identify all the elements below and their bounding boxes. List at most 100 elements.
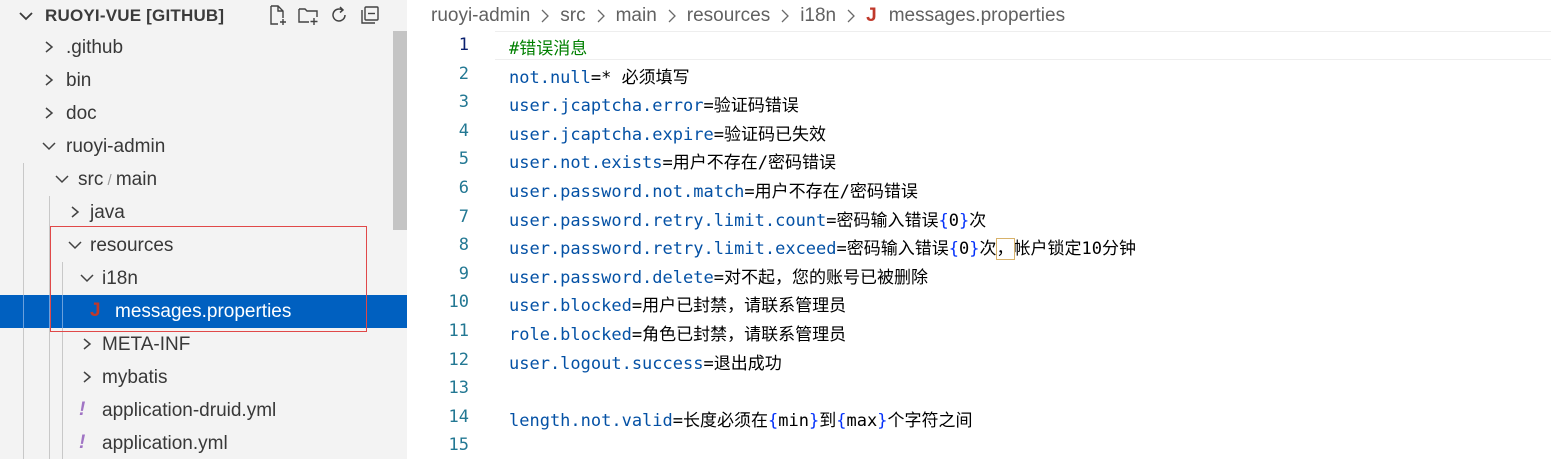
code-line[interactable]: 3 user.jcaptcha.error=验证码错误 [407, 88, 1551, 117]
indent-guide [49, 295, 50, 328]
indent-guide [62, 427, 63, 459]
code-line[interactable]: 15 [407, 431, 1551, 460]
tree-folder[interactable]: doc [0, 97, 407, 130]
current-line-highlight [495, 31, 1551, 60]
line-number: 10 [448, 292, 469, 313]
code-line[interactable]: 8 user.password.retry.limit.exceed=密码输入错误… [407, 231, 1551, 261]
chevron-right-icon [781, 9, 790, 23]
tree-item-segment: doc [66, 103, 97, 124]
tree-item-label: java [90, 202, 125, 224]
breadcrumb-item[interactable]: src [560, 5, 585, 27]
chevron-right-icon[interactable] [42, 73, 56, 87]
code-line[interactable]: 11 role.blocked=角色已封禁，请联系管理员 [407, 317, 1551, 346]
chevron-down-icon[interactable] [18, 8, 34, 24]
line-number: 6 [458, 178, 469, 198]
line-number: 4 [458, 120, 469, 141]
chevron-down-icon[interactable] [68, 238, 82, 252]
tree-file[interactable]: ! application.yml [0, 427, 407, 459]
code-line[interactable]: 1 #错误消息 [407, 31, 1551, 60]
tree-item-label: i18n [102, 268, 138, 290]
code-line[interactable]: 12 user.logout.success=退出成功 [407, 346, 1551, 375]
line-content: user.jcaptcha.error=验证码错误 [509, 91, 799, 116]
breadcrumb-file[interactable]: messages.properties [889, 5, 1065, 27]
tree-file[interactable]: Jmessages.properties [0, 295, 407, 328]
breadcrumb-item[interactable]: ruoyi-admin [431, 5, 530, 27]
new-file-icon[interactable] [266, 4, 288, 26]
chevron-right-icon[interactable] [80, 370, 94, 384]
breadcrumb-item[interactable]: i18n [800, 5, 836, 27]
equals-sign: = [703, 96, 714, 117]
tree-folder[interactable]: mybatis [0, 361, 407, 394]
line-content: user.password.delete=对不起，您的账号已被删除 [509, 263, 928, 288]
line-number: 3 [458, 92, 469, 113]
tree-folder[interactable]: src / main [0, 163, 407, 196]
tree-folder[interactable]: bin [0, 64, 407, 97]
code-line[interactable]: 4 user.jcaptcha.expire=验证码已失效 [407, 117, 1551, 146]
line-number: 11 [448, 321, 469, 341]
sidebar-scrollbar[interactable] [393, 31, 407, 230]
code-line[interactable]: 6 user.password.not.match=用户不存在/密码错误 [407, 174, 1551, 203]
tree-item-label: mybatis [102, 367, 167, 389]
code-line[interactable]: 9 user.password.delete=对不起，您的账号已被删除 [407, 260, 1551, 289]
chevron-right-icon[interactable] [42, 106, 56, 120]
tree-file[interactable]: ! application-druid.yml [0, 394, 407, 427]
code-line[interactable]: 14 length.not.valid=长度必须在{min}到{max}个字符之间 [407, 403, 1551, 432]
property-value: 退出成功 [713, 353, 782, 374]
indent-guide [62, 262, 63, 295]
indent-guide [49, 361, 50, 394]
code-line[interactable]: 7 user.password.retry.limit.count=密码输入错误{… [407, 203, 1551, 232]
line-number: 14 [448, 406, 469, 427]
code-line[interactable]: 2 not.null=* 必须填写 [407, 60, 1551, 89]
collapse-all-icon[interactable] [359, 4, 381, 26]
chevron-down-icon[interactable] [80, 271, 94, 285]
refresh-icon[interactable] [328, 4, 350, 26]
property-value: 用户不存在/密码错误 [754, 182, 918, 202]
tree-item-segment: src [78, 169, 104, 190]
tree-folder[interactable]: java [0, 196, 407, 229]
line-content: user.password.retry.limit.count=密码输入错误{0… [509, 206, 986, 231]
tree-item-segment: main [115, 169, 158, 190]
property-key: length.not.valid [509, 410, 673, 431]
workspace-title[interactable]: RUOYI-VUE [GITHUB] [45, 6, 224, 26]
indent-guide [23, 229, 24, 262]
chevron-down-icon[interactable] [42, 139, 56, 153]
yaml-file-icon: ! [79, 399, 86, 420]
chevron-right-icon[interactable] [68, 205, 82, 219]
line-content: #错误消息 [509, 34, 587, 59]
tree-folder[interactable]: ruoyi-admin [0, 130, 407, 163]
property-key: user.password.retry.limit.exceed [509, 239, 837, 260]
tree-item-label: META-INF [102, 334, 190, 356]
brace: { [768, 410, 779, 431]
equals-sign: = [590, 67, 602, 88]
tree-folder[interactable]: resources [0, 229, 407, 262]
tree-item-segment: i18n [102, 268, 138, 289]
new-folder-icon[interactable] [297, 4, 319, 26]
brace: } [877, 410, 888, 431]
breadcrumb-item[interactable]: resources [687, 5, 770, 27]
indent-guide [23, 295, 24, 328]
line-number: 9 [458, 263, 469, 284]
breadcrumb-item[interactable]: main [616, 5, 657, 27]
placeholder-name: 0 [948, 210, 960, 231]
line-number: 15 [448, 435, 469, 456]
indent-guide [49, 427, 50, 459]
tree-item-segment: application.yml [102, 433, 228, 454]
chevron-right-icon[interactable] [42, 40, 56, 54]
code-line[interactable]: 5 user.not.exists=用户不存在/密码错误 [407, 145, 1551, 174]
tree-folder[interactable]: i18n [0, 262, 407, 295]
tree-folder[interactable]: .github [0, 31, 407, 64]
java-properties-file-icon: J [90, 300, 101, 321]
equals-sign: = [713, 267, 724, 288]
brace: } [808, 410, 820, 431]
chevron-right-icon[interactable] [80, 337, 94, 351]
property-value: 次 [969, 210, 987, 231]
code-line[interactable]: 13 [407, 374, 1551, 403]
tree-item-label: messages.properties [115, 301, 291, 323]
tree-folder[interactable]: META-INF [0, 328, 407, 361]
indent-guide [62, 394, 63, 427]
code-line[interactable]: 10 user.blocked=用户已封禁，请联系管理员 [407, 288, 1551, 317]
tree-item-segment: resources [90, 235, 174, 256]
line-number: 5 [458, 149, 469, 170]
placeholder-name: 0 [959, 239, 970, 260]
chevron-down-icon[interactable] [55, 172, 69, 186]
